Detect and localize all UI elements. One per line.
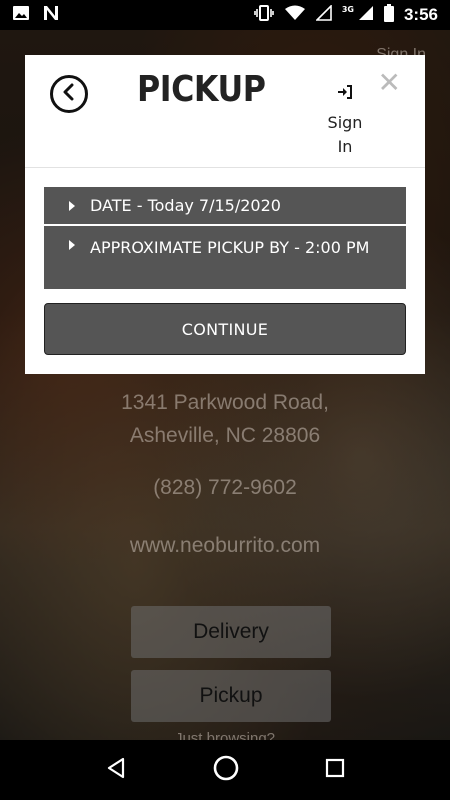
image-icon (12, 5, 30, 25)
pickup-time-option[interactable]: APPROXIMATE PICKUP BY - 2:00 PM (44, 226, 406, 289)
recents-square-icon[interactable] (324, 757, 346, 783)
pickup-time-option-label: APPROXIMATE PICKUP BY - 2:00 PM (90, 238, 370, 257)
background-pickup-button: Pickup (131, 670, 331, 722)
sign-in-link[interactable]: Sign In (323, 83, 367, 159)
n-app-icon (42, 5, 60, 25)
restaurant-website: www.neoburrito.com (129, 534, 321, 557)
background-delivery-button: Delivery (131, 606, 331, 658)
close-icon[interactable]: ✕ (378, 69, 401, 97)
address-line-2: Asheville, NC 28806 (129, 424, 321, 447)
modal-title: PICKUP (137, 69, 266, 110)
sign-in-label-2: In (337, 137, 353, 156)
chevron-left-icon (61, 83, 77, 105)
back-button[interactable] (50, 75, 88, 113)
vibrate-icon (254, 5, 274, 25)
caret-right-icon (69, 201, 75, 211)
battery-icon (383, 4, 394, 26)
status-bar: 3G 3:56 (0, 0, 450, 30)
sign-in-label-1: Sign (327, 113, 363, 132)
restaurant-address: 1341 Parkwood Road, Asheville, NC 28806 (0, 386, 450, 452)
modal-header: PICKUP Sign In ✕ (25, 55, 425, 168)
network-type: 3G (341, 4, 354, 14)
address-line-1: 1341 Parkwood Road, (121, 391, 329, 414)
date-option-label: DATE - Today 7/15/2020 (90, 196, 281, 215)
clock: 3:56 (403, 5, 438, 24)
date-option[interactable]: DATE - Today 7/15/2020 (44, 187, 406, 224)
home-circle-icon[interactable] (212, 754, 240, 786)
android-nav-bar (0, 740, 450, 800)
signal-icon (358, 5, 374, 25)
signal-empty-icon (314, 4, 332, 25)
back-triangle-icon[interactable] (104, 756, 128, 784)
sign-in-icon (323, 83, 367, 107)
pickup-modal: PICKUP Sign In ✕ DATE - Today 7/15/2020 … (25, 55, 425, 374)
caret-right-icon (69, 240, 75, 250)
continue-button[interactable]: CONTINUE (44, 303, 406, 355)
wifi-icon (284, 5, 306, 25)
restaurant-phone: (828) 772-9602 (153, 476, 297, 499)
